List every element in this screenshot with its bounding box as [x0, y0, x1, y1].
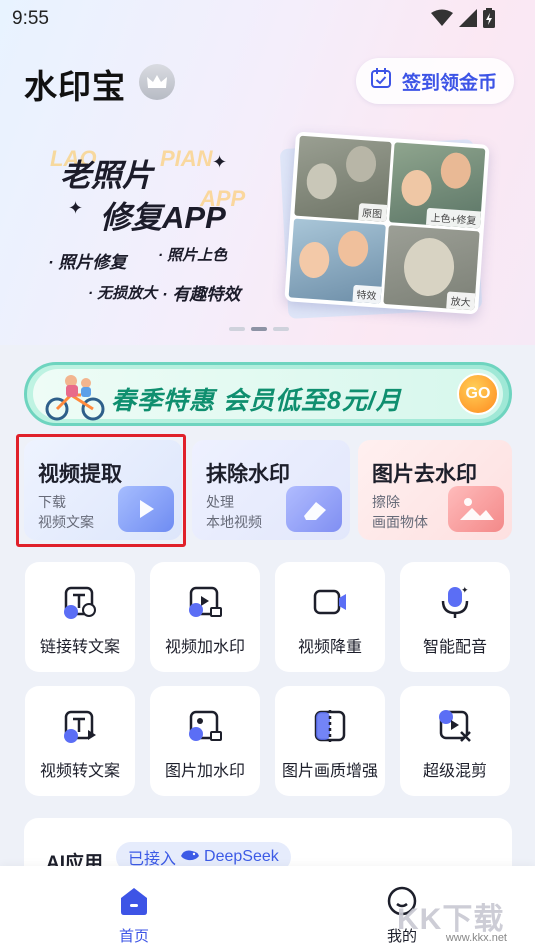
checkin-label: 签到领金币: [402, 72, 498, 94]
signal-icon: [459, 9, 477, 32]
status-time: 9:55: [12, 8, 49, 29]
super-mix-icon: [437, 708, 473, 744]
tool-image-enhance[interactable]: 图片画质增强: [275, 686, 385, 796]
image-enhance-icon: [312, 708, 348, 744]
feature-subtitle: 下载: [38, 494, 66, 510]
status-icons: [431, 8, 495, 33]
tool-link-to-text[interactable]: 链接转文案: [25, 562, 135, 672]
bicycle-illustration: [41, 371, 111, 421]
sparkle-icon: ✦: [68, 198, 84, 218]
video-to-text-icon: [62, 708, 98, 744]
banner-feature: · 有趣特效: [162, 285, 241, 304]
battery-icon: [483, 8, 495, 33]
app-title: 水印宝: [24, 68, 126, 105]
checkin-button[interactable]: 签到领金币: [356, 58, 514, 104]
pagination-dot[interactable]: [229, 327, 245, 331]
tool-video-dedupe[interactable]: 视频降重: [275, 562, 385, 672]
feature-title: 图片去水印: [372, 463, 477, 486]
feature-card-image-remove-watermark[interactable]: 图片去水印 擦除 画面物体: [358, 440, 512, 540]
video-play-icon: [118, 486, 174, 532]
nav-home-label: 首页: [118, 928, 149, 945]
tool-label: 图片画质增强: [281, 763, 378, 780]
tool-label: 超级混剪: [422, 763, 487, 780]
calendar-check-icon: [370, 67, 392, 95]
banner-feature: · 无损放大: [88, 285, 158, 302]
tool-video-watermark[interactable]: 视频加水印: [150, 562, 260, 672]
feature-subtitle: 本地视频: [206, 514, 262, 530]
feature-card-video-extract[interactable]: 视频提取 下载 视频文案: [24, 440, 182, 540]
tool-label: 链接转文案: [39, 639, 120, 656]
banner-pagination: [229, 327, 289, 331]
tool-smart-dubbing[interactable]: ✦ 智能配音: [400, 562, 510, 672]
feature-subtitle: 擦除: [372, 494, 400, 510]
banner-feature: · 照片上色: [158, 247, 228, 264]
site-watermark: KK下载 www.kkx.net: [397, 894, 507, 944]
tool-video-to-text[interactable]: 视频转文案: [25, 686, 135, 796]
eraser-icon: [286, 486, 342, 532]
tool-label: 视频降重: [297, 639, 362, 656]
tool-label: 视频加水印: [164, 639, 245, 656]
home-icon: [118, 888, 150, 920]
sparkle-icon: ✦: [212, 152, 228, 172]
microphone-icon: ✦: [437, 584, 473, 620]
tool-image-watermark[interactable]: 图片加水印: [150, 686, 260, 796]
pagination-dot[interactable]: [273, 327, 289, 331]
nav-home[interactable]: 首页: [94, 886, 174, 946]
banner-feature: · 照片修复: [48, 253, 127, 272]
image-icon: [448, 486, 504, 532]
feature-subtitle: 视频文案: [38, 514, 94, 530]
deepseek-whale-icon: [180, 847, 200, 868]
photo-tag: 上色+修复: [426, 207, 482, 228]
status-bar: 9:55: [0, 0, 535, 36]
photo-effect: 特效: [288, 218, 386, 304]
chip-brand: DeepSeek: [204, 848, 279, 865]
banner-ghost-text: PIAN: [160, 146, 213, 171]
photo-tag: 放大: [446, 291, 476, 311]
banner-title-line1: 老照片: [60, 158, 153, 193]
tool-label: 视频转文案: [39, 763, 120, 780]
banner[interactable]: LAO PIAN APP ✦ ✦ 老照片 修复APP · 照片修复 · 照片上色…: [40, 140, 280, 310]
link-to-text-icon: [62, 584, 98, 620]
feature-title: 视频提取: [38, 463, 122, 486]
feature-subtitle: 处理: [206, 494, 234, 510]
pagination-dot-active[interactable]: [251, 327, 267, 331]
tool-super-mix[interactable]: 超级混剪: [400, 686, 510, 796]
watermark-url: www.kkx.net: [445, 932, 507, 944]
vip-crown-icon[interactable]: [139, 64, 175, 100]
image-watermark-icon: [187, 708, 223, 744]
banner-title-line2: 修复APP: [100, 200, 226, 235]
video-dedupe-icon: [312, 584, 348, 620]
tool-label: 图片加水印: [164, 763, 245, 780]
feature-title: 抹除水印: [206, 463, 290, 486]
wifi-icon: [431, 9, 453, 32]
photo-colorized: 上色+修复: [388, 142, 486, 228]
feature-subtitle: 画面物体: [372, 514, 428, 530]
photo-comparison-card: 原图 上色+修复 特效 放大: [284, 131, 490, 315]
svg-text:✦: ✦: [461, 585, 469, 595]
tool-label: 智能配音: [422, 639, 487, 656]
feature-card-remove-watermark[interactable]: 抹除水印 处理 本地视频: [192, 440, 350, 540]
promo-text: 春季特惠 会员低至8元/月: [111, 387, 402, 415]
photo-original: 原图: [294, 135, 392, 222]
video-watermark-icon: [187, 584, 223, 620]
photo-tag: 原图: [357, 202, 387, 222]
promo-go-button[interactable]: GO: [457, 373, 499, 415]
photo-upscaled: 放大: [382, 224, 480, 311]
promo-banner[interactable]: 春季特惠 会员低至8元/月 GO: [24, 362, 512, 426]
photo-tag: 特效: [351, 284, 382, 304]
